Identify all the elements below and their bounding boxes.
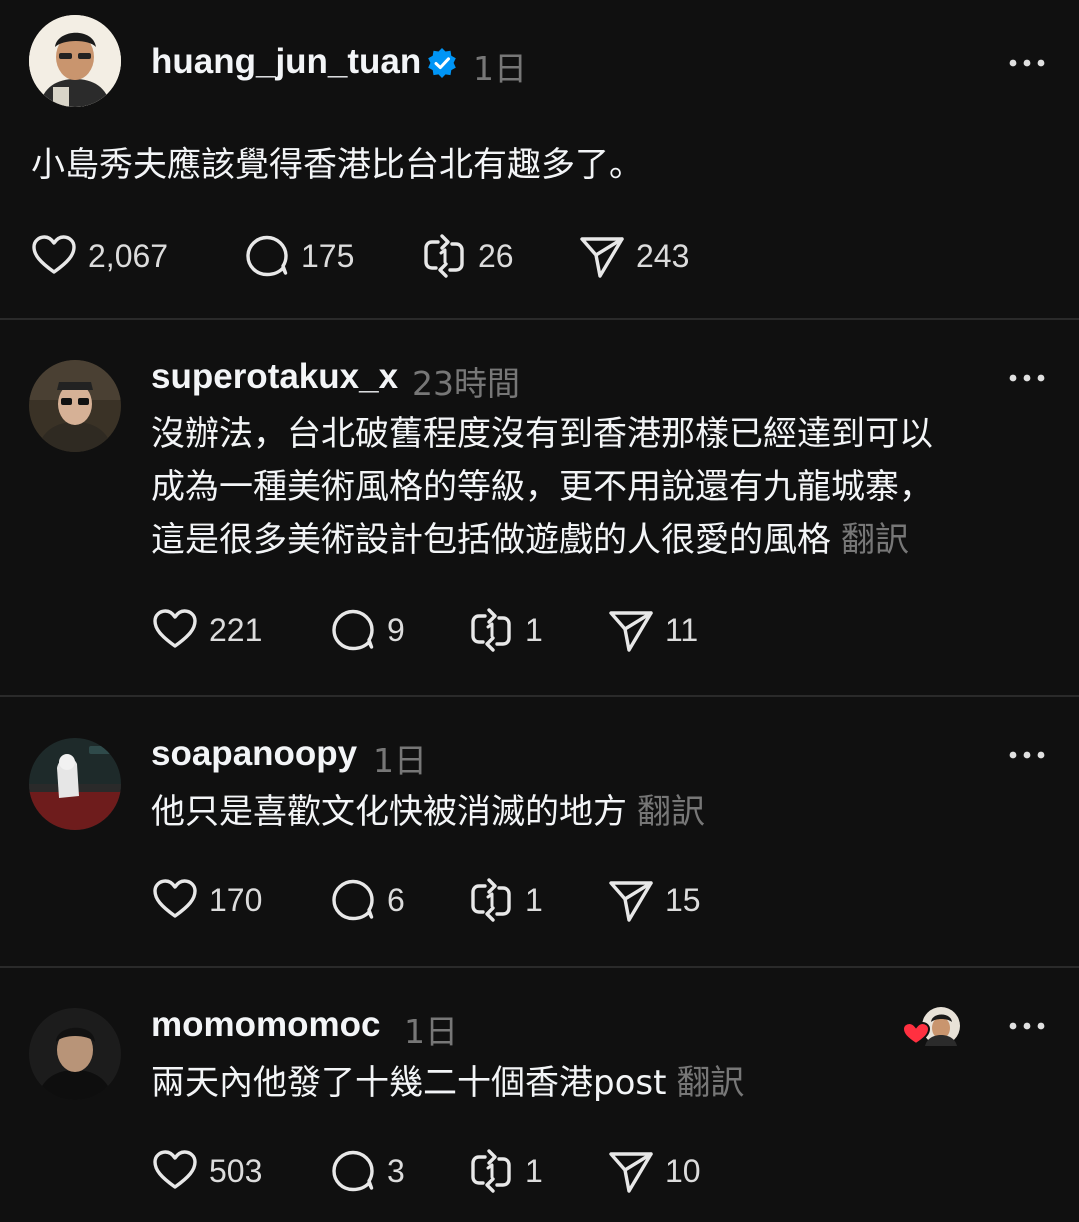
reply-button[interactable]: 175 [243, 232, 354, 280]
repost-button[interactable]: 26 [420, 232, 514, 280]
paper-plane-icon [578, 232, 626, 280]
like-button[interactable]: 221 [151, 606, 262, 654]
reply-button[interactable]: 9 [329, 606, 405, 654]
like-button[interactable]: 170 [151, 876, 262, 924]
reply-count: 175 [301, 237, 355, 274]
like-button[interactable]: 503 [151, 1147, 262, 1195]
post-time: 23時間 [412, 364, 520, 403]
repost-count: 1 [525, 611, 543, 648]
like-count: 503 [209, 1152, 263, 1189]
ellipsis-icon[interactable] [1007, 370, 1047, 386]
reply-count: 3 [387, 1152, 405, 1189]
share-count: 10 [665, 1152, 701, 1189]
divider [0, 966, 1079, 968]
post-text: 沒辦法，台北破舊程度沒有到香港那樣已經達到可以 成為一種美術風格的等級，更不用說… [151, 408, 933, 567]
liked-by-author-indicator [901, 1006, 963, 1048]
share-count: 243 [636, 237, 690, 274]
post-text-line-content: 這是很多美術設計包括做遊戲的人很愛的風格 [151, 520, 831, 560]
red-heart-icon [901, 1021, 931, 1046]
post-text-content: 兩天內他發了十幾二十個香港post [151, 1063, 667, 1103]
speech-bubble-icon [329, 1147, 377, 1195]
heart-outline-icon [151, 606, 199, 654]
divider [0, 318, 1079, 320]
repost-arrows-icon [467, 606, 515, 654]
username[interactable]: momomomoc [151, 1005, 380, 1045]
repost-count: 26 [478, 237, 514, 274]
post-text-content: 他只是喜歡文化快被消滅的地方 [151, 792, 627, 832]
share-button[interactable]: 15 [607, 876, 701, 924]
repost-arrows-icon [420, 232, 468, 280]
post-text: 他只是喜歡文化快被消滅的地方 翻訳 [151, 786, 705, 839]
repost-arrows-icon [467, 1147, 515, 1195]
heart-outline-icon [151, 1147, 199, 1195]
repost-arrows-icon [467, 876, 515, 924]
share-button[interactable]: 10 [607, 1147, 701, 1195]
ellipsis-icon[interactable] [1007, 1018, 1047, 1034]
repost-button[interactable]: 1 [467, 876, 543, 924]
ellipsis-icon[interactable] [1007, 55, 1047, 71]
username[interactable]: soapanoopy [151, 734, 357, 774]
share-count: 11 [665, 611, 699, 648]
reply-button[interactable]: 6 [329, 876, 405, 924]
post-time: 1日 [373, 741, 427, 780]
speech-bubble-icon [329, 606, 377, 654]
username[interactable]: superotakux_x [151, 357, 398, 397]
avatar[interactable] [29, 1008, 121, 1100]
heart-outline-icon [151, 876, 199, 924]
share-button[interactable]: 243 [578, 232, 689, 280]
paper-plane-icon [607, 876, 655, 924]
like-count: 170 [209, 881, 263, 918]
repost-button[interactable]: 1 [467, 1147, 543, 1195]
avatar[interactable] [29, 360, 121, 452]
post-text-line: 成為一種美術風格的等級，更不用說還有九龍城寨， [151, 467, 933, 507]
translate-link[interactable]: 翻訳 [637, 792, 705, 832]
ellipsis-icon[interactable] [1007, 747, 1047, 763]
translate-link[interactable]: 翻訳 [676, 1063, 744, 1103]
repost-count: 1 [525, 1152, 543, 1189]
paper-plane-icon [607, 1147, 655, 1195]
username[interactable]: huang_jun_tuan [151, 42, 421, 82]
share-button[interactable]: 11 [607, 606, 698, 654]
like-count: 221 [209, 611, 263, 648]
translate-link[interactable]: 翻訳 [841, 520, 909, 560]
speech-bubble-icon [329, 876, 377, 924]
reply-count: 6 [387, 881, 405, 918]
reply-button[interactable]: 3 [329, 1147, 405, 1195]
post-text: 小島秀夫應該覺得香港比台北有趣多了。 [31, 145, 643, 185]
reply-count: 9 [387, 611, 405, 648]
heart-outline-icon [30, 232, 78, 280]
paper-plane-icon [607, 606, 655, 654]
speech-bubble-icon [243, 232, 291, 280]
like-count: 2,067 [88, 237, 169, 274]
repost-count: 1 [525, 881, 543, 918]
share-count: 15 [665, 881, 701, 918]
post-text: 兩天內他發了十幾二十個香港post 翻訳 [151, 1057, 744, 1110]
avatar[interactable] [29, 15, 121, 107]
avatar[interactable] [29, 738, 121, 830]
repost-button[interactable]: 1 [467, 606, 543, 654]
divider [0, 695, 1079, 697]
post-text-line: 這是很多美術設計包括做遊戲的人很愛的風格 翻訳 [151, 514, 933, 567]
post-time: 1日 [473, 49, 527, 88]
post-time: 1日 [404, 1012, 458, 1051]
verified-badge-icon [428, 48, 456, 78]
like-button[interactable]: 2,067 [30, 232, 168, 280]
post-text-line: 沒辦法，台北破舊程度沒有到香港那樣已經達到可以 [151, 414, 933, 454]
